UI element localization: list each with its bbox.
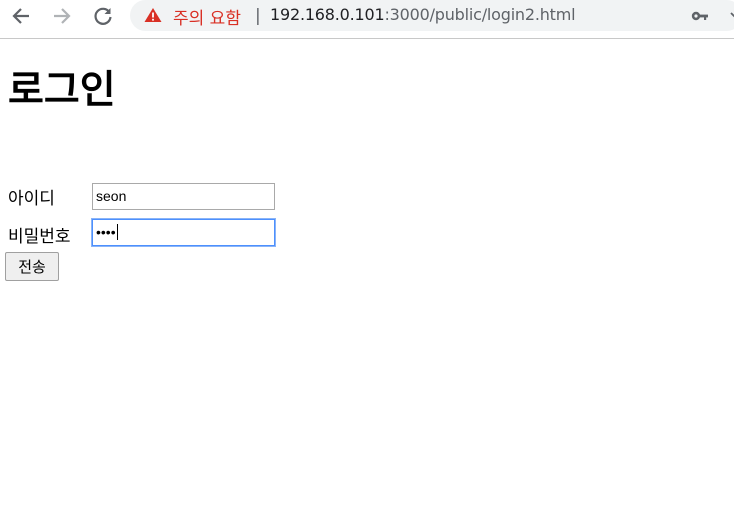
password-input[interactable]: •••• <box>92 219 275 246</box>
id-input[interactable]: seon <box>92 183 275 210</box>
reload-icon[interactable] <box>90 3 116 29</box>
back-icon[interactable] <box>8 3 34 29</box>
password-input-value: •••• <box>96 224 116 240</box>
id-input-value: seon <box>96 188 127 204</box>
more-icon[interactable] <box>730 10 734 22</box>
url-separator: | <box>255 6 261 26</box>
address-bar[interactable]: 주의 요함 | 192.168.0.101:3000/public/login2… <box>130 0 734 31</box>
browser-toolbar: 주의 요함 | 192.168.0.101:3000/public/login2… <box>0 0 734 39</box>
key-icon[interactable] <box>691 9 709 23</box>
security-warning[interactable]: 주의 요함 <box>173 4 241 29</box>
password-label: 비밀번호 <box>8 227 71 247</box>
warning-icon <box>144 8 162 22</box>
url-host: 192.168.0.101 <box>270 5 385 24</box>
forward-icon[interactable] <box>49 3 75 29</box>
url-path: :3000/public/login2.html <box>384 5 576 24</box>
text-caret <box>116 224 118 240</box>
submit-button[interactable]: 전송 <box>5 252 59 281</box>
url-text[interactable]: 192.168.0.101:3000/public/login2.html <box>270 5 576 24</box>
page-title: 로그인 <box>8 68 116 113</box>
id-label: 아이디 <box>8 189 55 209</box>
